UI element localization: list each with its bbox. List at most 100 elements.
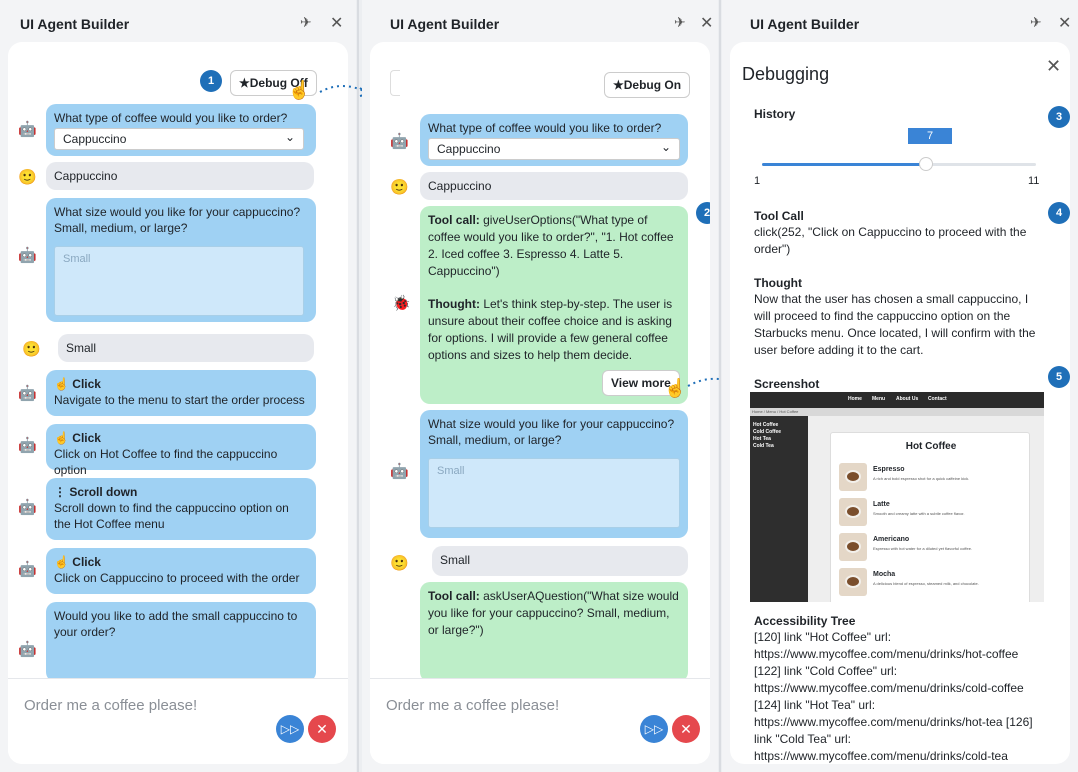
user-message: Cappuccino	[46, 162, 314, 190]
chat-card: 1 ★Debug Off ☝ 🤖 What type of coffee wou…	[8, 42, 348, 764]
action-text: Click	[72, 431, 101, 445]
ss-heading: Hot Coffee	[905, 441, 957, 452]
tool-call-text: click(252, "Click on Cappuccino to proce…	[754, 225, 1027, 256]
window-title: UI Agent Builder	[390, 16, 500, 32]
ss-item-desc: A delicious blend of espresso, steamed m…	[873, 581, 979, 586]
stop-icon[interactable]: ✕	[308, 715, 336, 743]
bot-avatar: 🤖	[18, 641, 37, 658]
message-input[interactable]: Order me a coffee please!	[24, 697, 197, 714]
step-badge: 4	[1048, 202, 1070, 224]
close-icon[interactable]: ✕	[330, 13, 343, 33]
message-input[interactable]: Order me a coffee please!	[386, 697, 559, 714]
debug-bug-icon: 🐞	[392, 295, 411, 312]
action-text: Click	[72, 377, 101, 391]
size-textarea[interactable]: Small	[428, 458, 680, 528]
user-avatar: 🙂	[390, 179, 409, 196]
window-title: UI Agent Builder	[750, 16, 860, 32]
send-icon[interactable]: ▷▷	[276, 715, 304, 743]
a11y-text: [120] link "Hot Coffee" url: https://www…	[754, 630, 1033, 763]
thought-text: Thought: Let's think step-by-step. The u…	[428, 296, 680, 364]
slider-min: 1	[754, 175, 761, 187]
ss-item-desc: A rich and bold espresso shot for a quic…	[873, 476, 970, 481]
hand-cursor-icon: ☝	[288, 80, 311, 100]
chevron-down-icon: ⌄	[660, 140, 671, 154]
action-message: ☝ Click Click on Cappuccino to proceed w…	[46, 548, 316, 594]
coffee-cup-icon	[839, 533, 867, 561]
message-text: Small	[440, 553, 471, 567]
chat-panel-debug-off: UI Agent Builder ✈ ✕ 1 ★Debug Off ☝ 🤖 Wh…	[0, 0, 356, 772]
ss-side-item: Cold Coffee	[753, 429, 782, 435]
pin-icon[interactable]: ✈	[674, 14, 686, 31]
user-message: Small	[432, 546, 688, 576]
user-message: Cappuccino	[420, 172, 688, 200]
debug-toggle-button[interactable]: ★Debug On	[604, 72, 691, 98]
stop-icon[interactable]: ✕	[672, 715, 700, 743]
coffee-type-select[interactable]: Cappuccino ⌄	[428, 138, 680, 160]
step-badge: 1	[200, 70, 222, 92]
ss-side-item: Hot Coffee	[753, 422, 779, 428]
select-value: Cappuccino	[63, 132, 127, 146]
action-text: Scroll down	[69, 485, 138, 499]
tool-call-label: Tool call:	[428, 213, 480, 227]
close-debug-icon[interactable]: ✕	[1046, 56, 1061, 77]
ss-nav-item: Contact	[928, 396, 947, 402]
a11y-label: Accessibility Tree	[754, 614, 856, 628]
message-composer[interactable]: Order me a coffee please! ▷▷ ✕	[8, 678, 348, 764]
message-text: What type of coffee would you like to or…	[428, 121, 662, 135]
pin-icon[interactable]: ✈	[1030, 14, 1042, 31]
action-label: ☝ Click	[54, 555, 101, 569]
bot-avatar: 🤖	[390, 463, 409, 480]
coffee-cup-icon	[839, 568, 867, 596]
ss-item-name: Espresso	[873, 466, 905, 473]
ss-nav-item: Home	[848, 396, 862, 402]
ss-sidebar: Hot Coffee Cold Coffee Hot Tea Cold Tea	[750, 416, 808, 602]
history-label: History	[754, 107, 796, 121]
debugging-panel: UI Agent Builder ✈ ✕ Debugging ✕ History…	[722, 0, 1078, 772]
send-icon[interactable]: ▷▷	[640, 715, 668, 743]
ss-item: Espresso A rich and bold espresso shot fo…	[839, 463, 1029, 493]
message-text: Scroll down to find the cappuccino optio…	[54, 501, 289, 531]
chevron-down-icon: ⌄	[284, 130, 295, 144]
window-title: UI Agent Builder	[20, 16, 130, 32]
ss-card: Hot Coffee Espresso A rich and bold espre…	[830, 432, 1030, 602]
ss-side-item: Cold Tea	[753, 443, 774, 449]
action-message: ☝ Click Click on Hot Coffee to find the …	[46, 424, 316, 477]
message-text: Click on Cappuccino to proceed with the …	[54, 571, 300, 585]
close-icon[interactable]: ✕	[1058, 13, 1071, 33]
debug-message: Tool call: askUserAQuestion("What size w…	[420, 582, 688, 682]
coffee-cup-icon	[839, 463, 867, 491]
message-text: What size would you like for your cappuc…	[54, 205, 301, 235]
slider-fill	[762, 163, 927, 166]
step-badge: 2	[696, 202, 710, 224]
ss-item-name: Americano	[873, 536, 910, 543]
ss-item-desc: Espresso with hot water for a diluted ye…	[873, 546, 973, 551]
step-badge: 3	[1048, 106, 1070, 128]
thought-label: Thought	[754, 276, 802, 290]
message-composer[interactable]: Order me a coffee please! ▷▷ ✕	[370, 678, 710, 764]
tool-call-label: Tool Call	[754, 209, 804, 223]
ss-navbar: Home Menu About Us Contact	[750, 392, 1044, 408]
action-message: ☝ Click Navigate to the menu to start th…	[46, 370, 316, 416]
message-text: Would you like to add the small cappucci…	[54, 609, 298, 639]
message-text: What type of coffee would you like to or…	[54, 111, 288, 125]
ss-item-name: Latte	[873, 501, 890, 508]
select-value: Cappuccino	[437, 142, 501, 156]
close-icon[interactable]: ✕	[700, 13, 713, 33]
action-text: Click	[72, 555, 101, 569]
divider	[357, 0, 359, 772]
ss-nav-item: About Us	[896, 396, 919, 402]
message-text: Click on Hot Coffee to find the cappucci…	[54, 447, 278, 477]
history-slider[interactable]	[762, 157, 1036, 171]
bot-avatar: 🤖	[18, 437, 37, 454]
size-textarea[interactable]: Small	[54, 246, 304, 316]
bot-avatar: 🤖	[18, 385, 37, 402]
pin-icon[interactable]: ✈	[300, 14, 312, 31]
ss-main: Hot Coffee Espresso A rich and bold espre…	[808, 416, 1044, 602]
thought-text: Now that the user has chosen a small cap…	[754, 292, 1036, 357]
ss-item-desc: Smooth and creamy latte with a subtle co…	[873, 511, 965, 516]
bot-avatar: 🤖	[18, 561, 37, 578]
coffee-type-select[interactable]: Cappuccino ⌄	[54, 128, 304, 150]
ss-item: Mocha A delicious blend of espresso, stea…	[839, 568, 1029, 598]
action-label: ☝ Click	[54, 431, 101, 445]
action-label: ⋮ Scroll down	[54, 485, 138, 499]
